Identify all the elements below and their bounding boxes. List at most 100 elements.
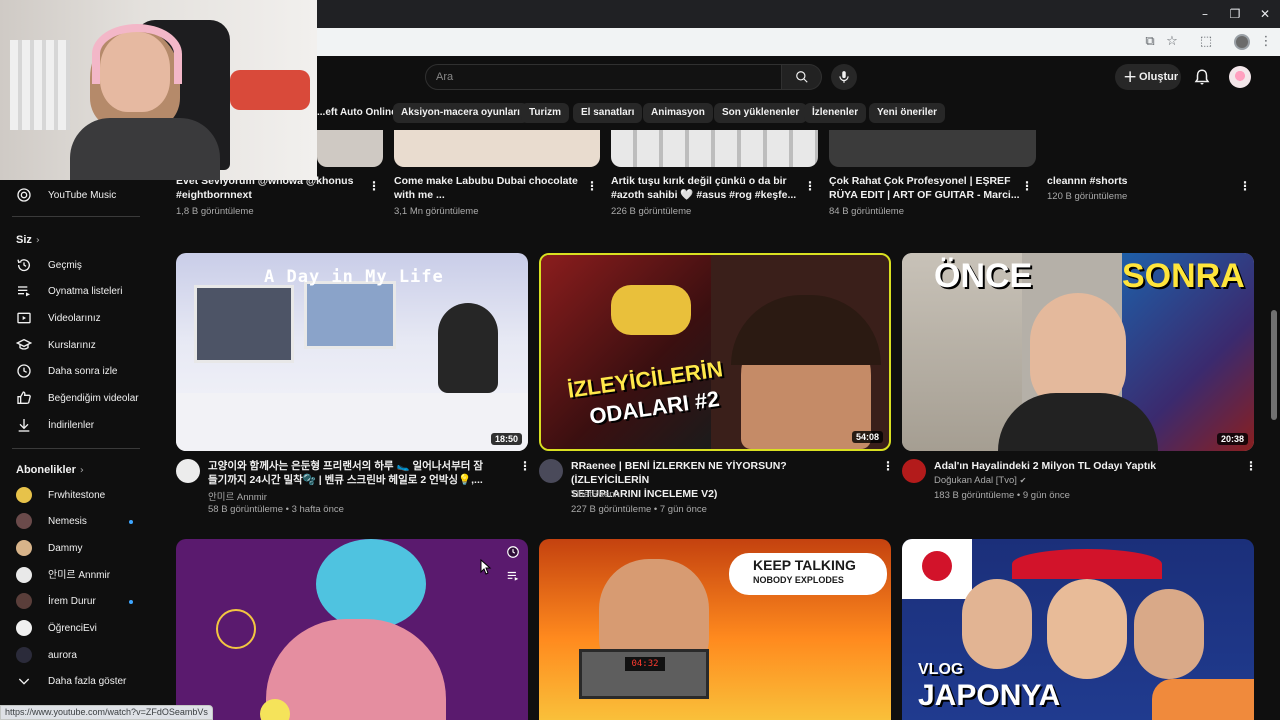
browser-profile-avatar[interactable] xyxy=(1234,34,1250,50)
sidebar-item-label: YouTube Music xyxy=(48,190,117,201)
video-thumbnail[interactable] xyxy=(176,539,528,720)
minimize-icon[interactable]: – xyxy=(1198,7,1212,21)
search-input[interactable]: Ara xyxy=(425,64,782,90)
sidebar-section-subscriptions[interactable]: Abonelikler › xyxy=(16,464,84,476)
bookmark-star-icon[interactable]: ☆ xyxy=(1164,34,1180,50)
chip-recently-uploaded[interactable]: Son yüklenenler xyxy=(714,103,808,123)
channel-name-text: Doğukan Adal [Tvo] xyxy=(934,475,1017,486)
add-to-queue-icon[interactable] xyxy=(506,569,520,583)
short-title[interactable]: Come make Labubu Dubai chocolate with me … xyxy=(394,174,578,202)
video-thumbnail[interactable]: İZLEYİCİLERİN ODALARI #2 54:08 xyxy=(539,253,891,451)
sidebar-sub-annmir[interactable]: 안미르 Annmir xyxy=(0,564,152,588)
create-button[interactable]: + Oluştur xyxy=(1115,64,1181,90)
video-thumbnail[interactable]: A Day in My Life 18:50 xyxy=(176,253,528,451)
short-views: 3,1 Mn görüntüleme xyxy=(394,206,479,217)
video-thumbnail[interactable]: 04:32 KEEP TALKING NOBODY EXPLODES xyxy=(539,539,891,720)
thumbnail-character-body xyxy=(266,619,446,720)
video-title[interactable]: Adal'ın Hayalindeki 2 Milyon TL Odayı Ya… xyxy=(934,459,1224,473)
video-channel-name[interactable]: 안미르 Annmir xyxy=(208,489,267,503)
channel-avatar[interactable] xyxy=(902,459,926,483)
sidebar-item-label: 안미르 Annmir xyxy=(48,570,111,581)
title-line: cleannn #shorts xyxy=(1047,175,1128,187)
browser-menu-icon[interactable]: ⋮ xyxy=(1258,34,1274,50)
more-actions-icon[interactable]: ⋮ xyxy=(1021,179,1033,193)
short-title[interactable]: Çok Rahat Çok Profesyonel | EŞREF RÜYA ED… xyxy=(829,174,1020,202)
sidebar-item-playlists[interactable]: Oynatma listeleri xyxy=(0,280,152,304)
person-shirt xyxy=(70,118,220,180)
sidebar-sub-ogrencievi[interactable]: ÖğrenciEvi xyxy=(0,617,152,641)
sidebar-item-youtube-music[interactable]: YouTube Music xyxy=(0,184,152,208)
more-actions-icon[interactable]: ⋮ xyxy=(882,459,894,473)
sidebar-show-more[interactable]: Daha fazla göster xyxy=(0,670,152,694)
short-thumbnail[interactable] xyxy=(394,130,600,167)
video-channel-name[interactable]: TibetRaenn xyxy=(571,489,620,500)
search-button[interactable] xyxy=(782,64,822,90)
search-icon xyxy=(796,71,808,83)
short-thumbnail[interactable] xyxy=(317,130,383,167)
notifications-bell-icon[interactable] xyxy=(1193,67,1211,87)
video-duration: 18:50 xyxy=(490,433,522,445)
sidebar-item-courses[interactable]: Kurslarınız xyxy=(0,334,152,358)
thumbnail-sushi xyxy=(1152,679,1254,720)
restore-icon[interactable]: ❐ xyxy=(1228,7,1242,21)
thumbnail-flag-circle xyxy=(922,551,952,581)
sidebar-section-you[interactable]: Siz › xyxy=(16,234,40,246)
chip-action-adventure[interactable]: Aksiyon-macera oyunları xyxy=(393,103,528,123)
channel-avatar[interactable] xyxy=(539,459,563,483)
more-actions-icon[interactable]: ⋮ xyxy=(1245,459,1257,473)
close-icon[interactable]: ✕ xyxy=(1258,7,1272,21)
thumbnail-overlay-text: JAPONYA xyxy=(918,679,1061,712)
chip-tourism[interactable]: Turizm xyxy=(521,103,570,123)
playlist-icon xyxy=(18,286,30,297)
short-views: 1,8 B görüntüleme xyxy=(176,206,254,217)
thumbnail-face xyxy=(1047,579,1127,679)
sidebar-sub-frwhitestone[interactable]: Frwhitestone xyxy=(0,484,152,508)
voice-search-button[interactable] xyxy=(831,64,857,90)
account-avatar[interactable] xyxy=(1229,66,1251,88)
short-title[interactable]: cleannn #shorts xyxy=(1047,174,1128,188)
sidebar-divider xyxy=(12,216,140,217)
short-title[interactable]: Artik tuşu kırık değil çünkü o da bir #az… xyxy=(611,174,796,202)
video-title[interactable]: 고양이와 함께사는 은둔형 프리랜서의 하루 🥿 일어나서부터 잠 들기까지 24… xyxy=(208,459,498,487)
page-scrollbar[interactable] xyxy=(1271,310,1277,420)
sidebar-item-label: Nemesis xyxy=(48,516,87,527)
sidebar-item-label: İndirilenler xyxy=(48,420,95,431)
extensions-icon[interactable]: ⬚ xyxy=(1198,34,1214,50)
chip-new-to-you[interactable]: Yeni öneriler xyxy=(869,103,946,123)
chip-animation[interactable]: Animasyon xyxy=(643,103,713,123)
video-thumbnail[interactable]: ÖNCE SONRA 20:38 xyxy=(902,253,1254,451)
watch-later-icon[interactable] xyxy=(506,545,520,559)
more-actions-icon[interactable]: ⋮ xyxy=(368,179,380,193)
short-thumbnail[interactable] xyxy=(829,130,1036,167)
sidebar-sub-dammy[interactable]: Dammy xyxy=(0,537,152,561)
chip-grand-theft-auto-online[interactable]: ...eft Auto Online xyxy=(317,103,405,123)
video-thumbnail[interactable]: VLOG JAPONYA xyxy=(902,539,1254,720)
mouse-cursor-icon xyxy=(480,559,492,575)
channel-avatar xyxy=(16,647,32,663)
sidebar-item-downloads[interactable]: İndirilenler xyxy=(0,414,152,438)
sidebar-item-label: İrem Durur xyxy=(48,596,96,607)
sidebar-sub-nemesis[interactable]: Nemesis xyxy=(0,510,152,534)
more-actions-icon[interactable]: ⋮ xyxy=(586,179,598,193)
sidebar-divider xyxy=(12,448,140,449)
sidebar-sub-aurora[interactable]: aurora xyxy=(0,644,152,668)
more-actions-icon[interactable]: ⋮ xyxy=(519,459,531,473)
sidebar-item-label: Beğendiğim videolar xyxy=(48,393,139,404)
chip-crafts[interactable]: El sanatları xyxy=(573,103,643,123)
sidebar-item-watch-later[interactable]: Daha sonra izle xyxy=(0,360,152,384)
more-actions-icon[interactable]: ⋮ xyxy=(1239,179,1251,193)
thumbnail-overlay-text: A Day in My Life xyxy=(264,267,444,287)
cast-icon[interactable]: ⧉ xyxy=(1142,34,1158,50)
sidebar-sub-irem-durur[interactable]: İrem Durur xyxy=(0,590,152,614)
sidebar-item-liked-videos[interactable]: Beğendiğim videolar xyxy=(0,387,152,411)
video-channel-name[interactable]: Doğukan Adal [Tvo] ✔ xyxy=(934,475,1026,486)
section-title-subscriptions: Abonelikler xyxy=(16,464,76,476)
more-actions-icon[interactable]: ⋮ xyxy=(804,179,816,193)
channel-avatar[interactable] xyxy=(176,459,200,483)
sidebar-item-history[interactable]: Geçmiş xyxy=(0,254,152,278)
chip-watched[interactable]: İzlenenler xyxy=(804,103,867,123)
short-thumbnail[interactable] xyxy=(611,130,818,167)
thumbnail-desk xyxy=(176,393,528,451)
sidebar-item-label: ÖğrenciEvi xyxy=(48,623,97,634)
sidebar-item-your-videos[interactable]: Videolarınız xyxy=(0,307,152,331)
